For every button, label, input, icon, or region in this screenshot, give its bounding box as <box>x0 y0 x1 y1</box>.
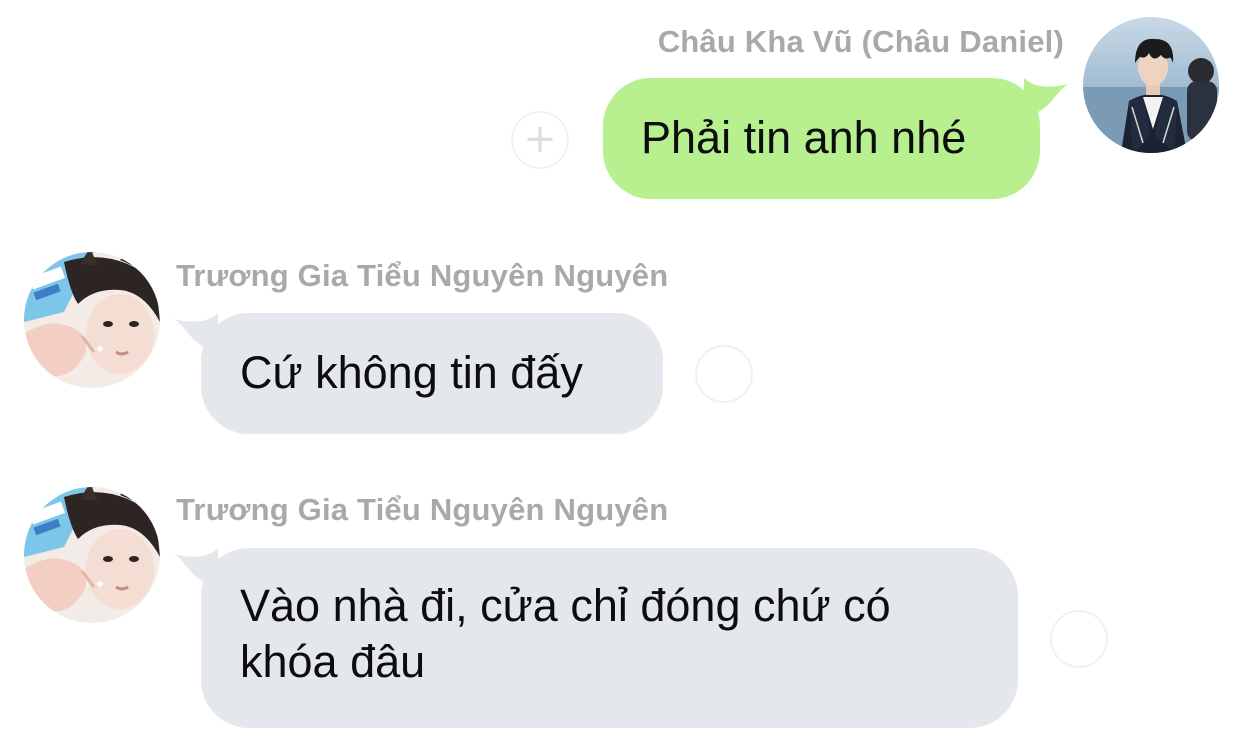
add-reaction-button[interactable]: + <box>511 111 569 169</box>
add-reaction-button[interactable] <box>1050 610 1108 668</box>
message-text: Cứ không tin đấy <box>240 347 583 398</box>
message-text-line: Vào nhà đi, cửa chỉ đóng chứ có <box>240 580 891 631</box>
add-reaction-icon: + <box>523 116 557 162</box>
message-text-line: khóa đâu <box>240 636 426 687</box>
avatar-image <box>1083 17 1219 153</box>
avatar-image: ✦ <box>24 252 160 388</box>
svg-text:✦: ✦ <box>94 577 106 593</box>
sender-avatar[interactable]: ✦ <box>24 487 160 623</box>
add-reaction-button[interactable] <box>695 345 753 403</box>
chat-thread: Châu Kha Vũ (Châu Daniel) + Phải tin anh… <box>0 0 1242 752</box>
avatar-image: ✦ <box>24 487 160 623</box>
message-bubble-incoming[interactable]: Cứ không tin đấy <box>201 313 663 434</box>
bubble-tail <box>1024 78 1070 118</box>
sender-name: Châu Kha Vũ (Châu Daniel) <box>657 24 1064 59</box>
message-text: Phải tin anh nhé <box>641 112 967 163</box>
message-bubble-outgoing[interactable]: Phải tin anh nhé <box>603 78 1040 199</box>
message-bubble-incoming[interactable]: Vào nhà đi, cửa chỉ đóng chứ có khóa đâu <box>201 548 1018 728</box>
svg-text:✦: ✦ <box>94 342 106 358</box>
sender-avatar[interactable]: ✦ <box>24 252 160 388</box>
sender-name: Trương Gia Tiểu Nguyên Nguyên <box>176 258 669 293</box>
sender-avatar[interactable] <box>1083 17 1219 153</box>
sender-name: Trương Gia Tiểu Nguyên Nguyên <box>176 492 669 527</box>
